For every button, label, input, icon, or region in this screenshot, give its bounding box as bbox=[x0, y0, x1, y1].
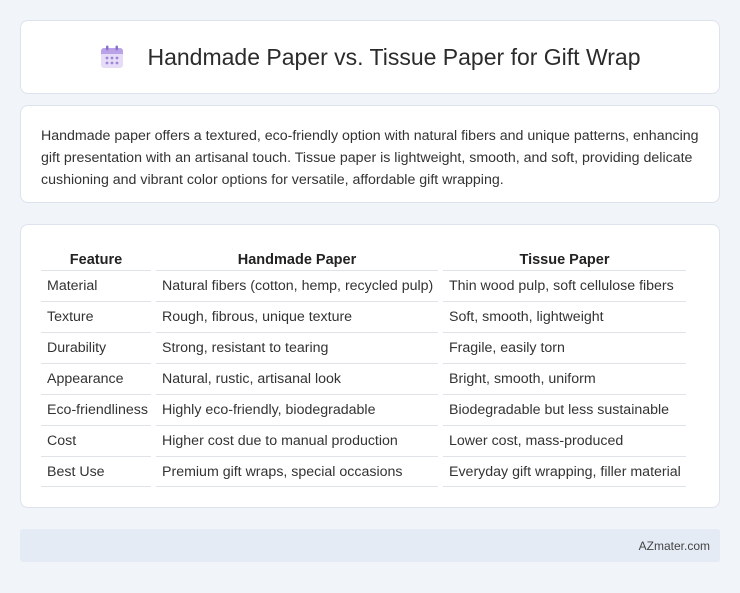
table-row: Durability Strong, resistant to tearing … bbox=[41, 332, 686, 363]
cell-handmade: Premium gift wraps, special occasions bbox=[156, 456, 438, 487]
table-row: Material Natural fibers (cotton, hemp, r… bbox=[41, 270, 686, 301]
cell-feature: Cost bbox=[41, 425, 151, 456]
footer-bar: AZmater.com bbox=[20, 529, 720, 562]
title-wrap: Handmade Paper vs. Tissue Paper for Gift… bbox=[99, 43, 641, 71]
cell-handmade: Strong, resistant to tearing bbox=[156, 332, 438, 363]
comparison-table-card: Feature Handmade Paper Tissue Paper Mate… bbox=[20, 224, 720, 508]
table-row: Texture Rough, fibrous, unique texture S… bbox=[41, 301, 686, 332]
description-card: Handmade paper offers a textured, eco-fr… bbox=[20, 105, 720, 203]
cell-feature: Texture bbox=[41, 301, 151, 332]
calendar-icon bbox=[99, 44, 125, 70]
description-text: Handmade paper offers a textured, eco-fr… bbox=[41, 128, 699, 188]
table-row: Appearance Natural, rustic, artisanal lo… bbox=[41, 363, 686, 394]
cell-tissue: Biodegradable but less sustainable bbox=[443, 394, 686, 425]
table-header-row: Feature Handmade Paper Tissue Paper bbox=[41, 245, 686, 270]
cell-handmade: Higher cost due to manual production bbox=[156, 425, 438, 456]
comparison-table: Feature Handmade Paper Tissue Paper Mate… bbox=[36, 245, 691, 487]
cell-tissue: Bright, smooth, uniform bbox=[443, 363, 686, 394]
table-row: Eco-friendliness Highly eco-friendly, bi… bbox=[41, 394, 686, 425]
cell-handmade: Natural, rustic, artisanal look bbox=[156, 363, 438, 394]
title-card: Handmade Paper vs. Tissue Paper for Gift… bbox=[20, 20, 720, 94]
cell-handmade: Highly eco-friendly, biodegradable bbox=[156, 394, 438, 425]
table-row: Cost Higher cost due to manual productio… bbox=[41, 425, 686, 456]
cell-handmade: Rough, fibrous, unique texture bbox=[156, 301, 438, 332]
source-link[interactable]: AZmater.com bbox=[639, 539, 710, 553]
cell-handmade: Natural fibers (cotton, hemp, recycled p… bbox=[156, 270, 438, 301]
cell-tissue: Soft, smooth, lightweight bbox=[443, 301, 686, 332]
cell-feature: Material bbox=[41, 270, 151, 301]
cell-feature: Eco-friendliness bbox=[41, 394, 151, 425]
cell-feature: Durability bbox=[41, 332, 151, 363]
page-title: Handmade Paper vs. Tissue Paper for Gift… bbox=[147, 43, 641, 70]
column-header-handmade-paper: Handmade Paper bbox=[237, 251, 357, 268]
cell-feature: Appearance bbox=[41, 363, 151, 394]
cell-tissue: Fragile, easily torn bbox=[443, 332, 686, 363]
cell-tissue: Lower cost, mass-produced bbox=[443, 425, 686, 456]
column-header-tissue-paper: Tissue Paper bbox=[519, 251, 610, 268]
cell-feature: Best Use bbox=[41, 456, 151, 487]
table-row: Best Use Premium gift wraps, special occ… bbox=[41, 456, 686, 487]
column-header-feature: Feature bbox=[69, 251, 123, 268]
cell-tissue: Everyday gift wrapping, filler material bbox=[443, 456, 686, 487]
cell-tissue: Thin wood pulp, soft cellulose fibers bbox=[443, 270, 686, 301]
